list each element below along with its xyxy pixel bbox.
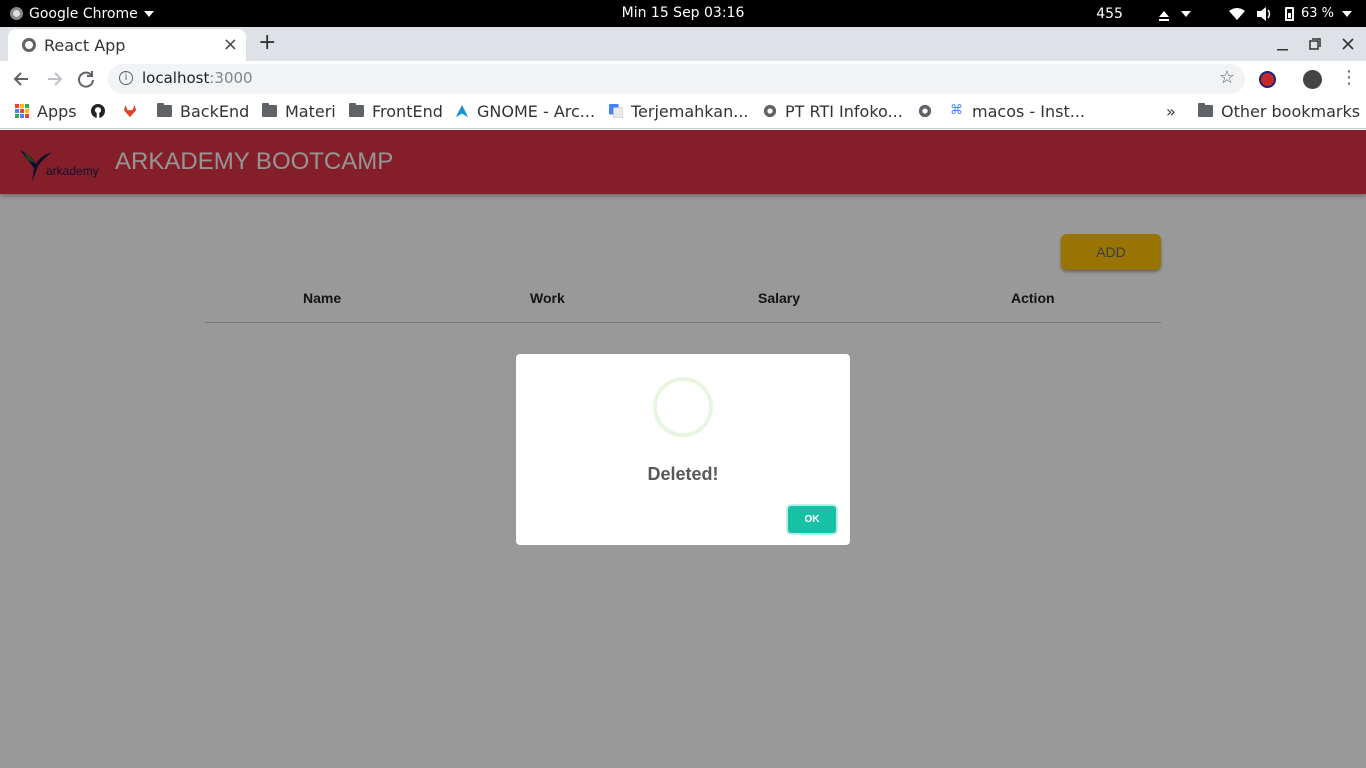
- chevron-down-icon[interactable]: [1342, 10, 1352, 17]
- tab-react-app[interactable]: React App ×: [8, 29, 246, 61]
- bookmark-label: FrontEnd: [372, 101, 443, 121]
- bookmark-globe[interactable]: [918, 97, 940, 125]
- alert-dialog: Deleted! OK: [516, 354, 850, 545]
- tab-title: React App: [44, 35, 126, 55]
- bookmark-github[interactable]: [91, 97, 113, 125]
- chrome-icon: [10, 7, 23, 20]
- tray-counter: 455: [1096, 5, 1123, 22]
- bookmark-gitlab[interactable]: [123, 97, 145, 125]
- reload-icon[interactable]: [74, 67, 98, 91]
- url-text[interactable]: localhost:3000: [142, 69, 253, 87]
- forward-icon[interactable]: [42, 67, 66, 91]
- globe-icon: [763, 104, 777, 118]
- battery-icon: [1284, 6, 1294, 21]
- bookmark-materi[interactable]: Materi: [262, 97, 336, 125]
- extension-icon[interactable]: [1259, 71, 1276, 88]
- ok-button[interactable]: OK: [788, 506, 836, 533]
- bookmark-frontend[interactable]: FrontEnd: [349, 97, 443, 125]
- success-icon: [653, 377, 713, 437]
- bookmark-other[interactable]: Other bookmarks: [1198, 97, 1360, 125]
- url-port: :3000: [209, 69, 253, 87]
- chevron-down-icon[interactable]: [1180, 10, 1191, 17]
- active-app-name: Google Chrome: [29, 5, 138, 22]
- globe-icon: [22, 38, 36, 52]
- browser-toolbar: i localhost:3000 ☆ ⋮: [0, 61, 1366, 97]
- folder-icon: [157, 103, 172, 117]
- restore-icon[interactable]: [1309, 38, 1321, 50]
- chevron-down-icon: [143, 10, 154, 17]
- bookmark-label: Terjemahkan...: [631, 101, 749, 121]
- apps-grid-icon: [15, 104, 29, 118]
- info-icon[interactable]: i: [119, 71, 133, 85]
- profile-avatar[interactable]: [1303, 70, 1322, 89]
- bookmarks-bar: Apps BackEnd Materi FrontEnd GNOME - Arc…: [0, 97, 1366, 129]
- folder-icon: [262, 103, 277, 117]
- tab-strip: React App ×: [0, 27, 1366, 61]
- folder-icon: [1198, 103, 1213, 117]
- bookmark-gnome-arc[interactable]: GNOME - Arc...: [455, 97, 595, 125]
- bookmark-label: BackEnd: [180, 101, 250, 121]
- system-clock[interactable]: Min 15 Sep 03:16: [622, 5, 745, 21]
- active-app-menu[interactable]: Google Chrome: [10, 0, 154, 27]
- bookmark-label: Apps: [37, 101, 77, 121]
- bookmark-label: PT RTI Infoko...: [785, 101, 903, 121]
- url-host: localhost: [142, 69, 210, 87]
- volume-icon: [1256, 6, 1271, 21]
- minimize-icon[interactable]: [1277, 45, 1289, 51]
- bookmark-star-icon[interactable]: ☆: [1219, 67, 1235, 88]
- command-icon: ⌘: [950, 103, 963, 118]
- bookmark-label: macos - Inst...: [972, 101, 1085, 121]
- globe-icon: [918, 104, 932, 118]
- new-tab-button[interactable]: +: [258, 32, 276, 54]
- folder-icon: [349, 103, 364, 117]
- battery-level: 63 %: [1300, 6, 1334, 21]
- system-tray[interactable]: 455 63 %: [1096, 0, 1352, 27]
- bookmark-apps[interactable]: Apps: [15, 97, 77, 125]
- tab-close-icon[interactable]: ×: [223, 35, 238, 55]
- bookmark-terjemahkan[interactable]: Terjemahkan...: [609, 97, 748, 125]
- bookmark-label: Other bookmarks: [1221, 101, 1361, 121]
- translate-icon: [609, 104, 623, 118]
- wifi-icon: [1228, 7, 1245, 20]
- bookmark-macos[interactable]: ⌘ macos - Inst...: [950, 97, 1085, 125]
- gitlab-icon: [123, 104, 137, 118]
- system-top-bar: Google Chrome Min 15 Sep 03:16 455 63 %: [0, 0, 1366, 27]
- address-bar[interactable]: i localhost:3000 ☆: [108, 64, 1245, 94]
- bookmark-pt-rti[interactable]: PT RTI Infoko...: [763, 97, 903, 125]
- bookmark-backend[interactable]: BackEnd: [157, 97, 249, 125]
- bookmark-label: GNOME - Arc...: [477, 101, 596, 121]
- bookmark-label: Materi: [285, 101, 336, 121]
- overflow-chevron-icon: »: [1166, 101, 1176, 121]
- arch-icon: [455, 104, 469, 118]
- browser-menu-icon[interactable]: ⋮: [1340, 67, 1358, 88]
- dialog-message: Deleted!: [647, 464, 719, 484]
- eject-icon[interactable]: [1158, 10, 1169, 21]
- close-window-icon[interactable]: [1342, 38, 1354, 50]
- github-icon: [91, 104, 105, 118]
- back-icon[interactable]: [10, 67, 34, 91]
- bookmarks-overflow[interactable]: »: [1166, 97, 1176, 125]
